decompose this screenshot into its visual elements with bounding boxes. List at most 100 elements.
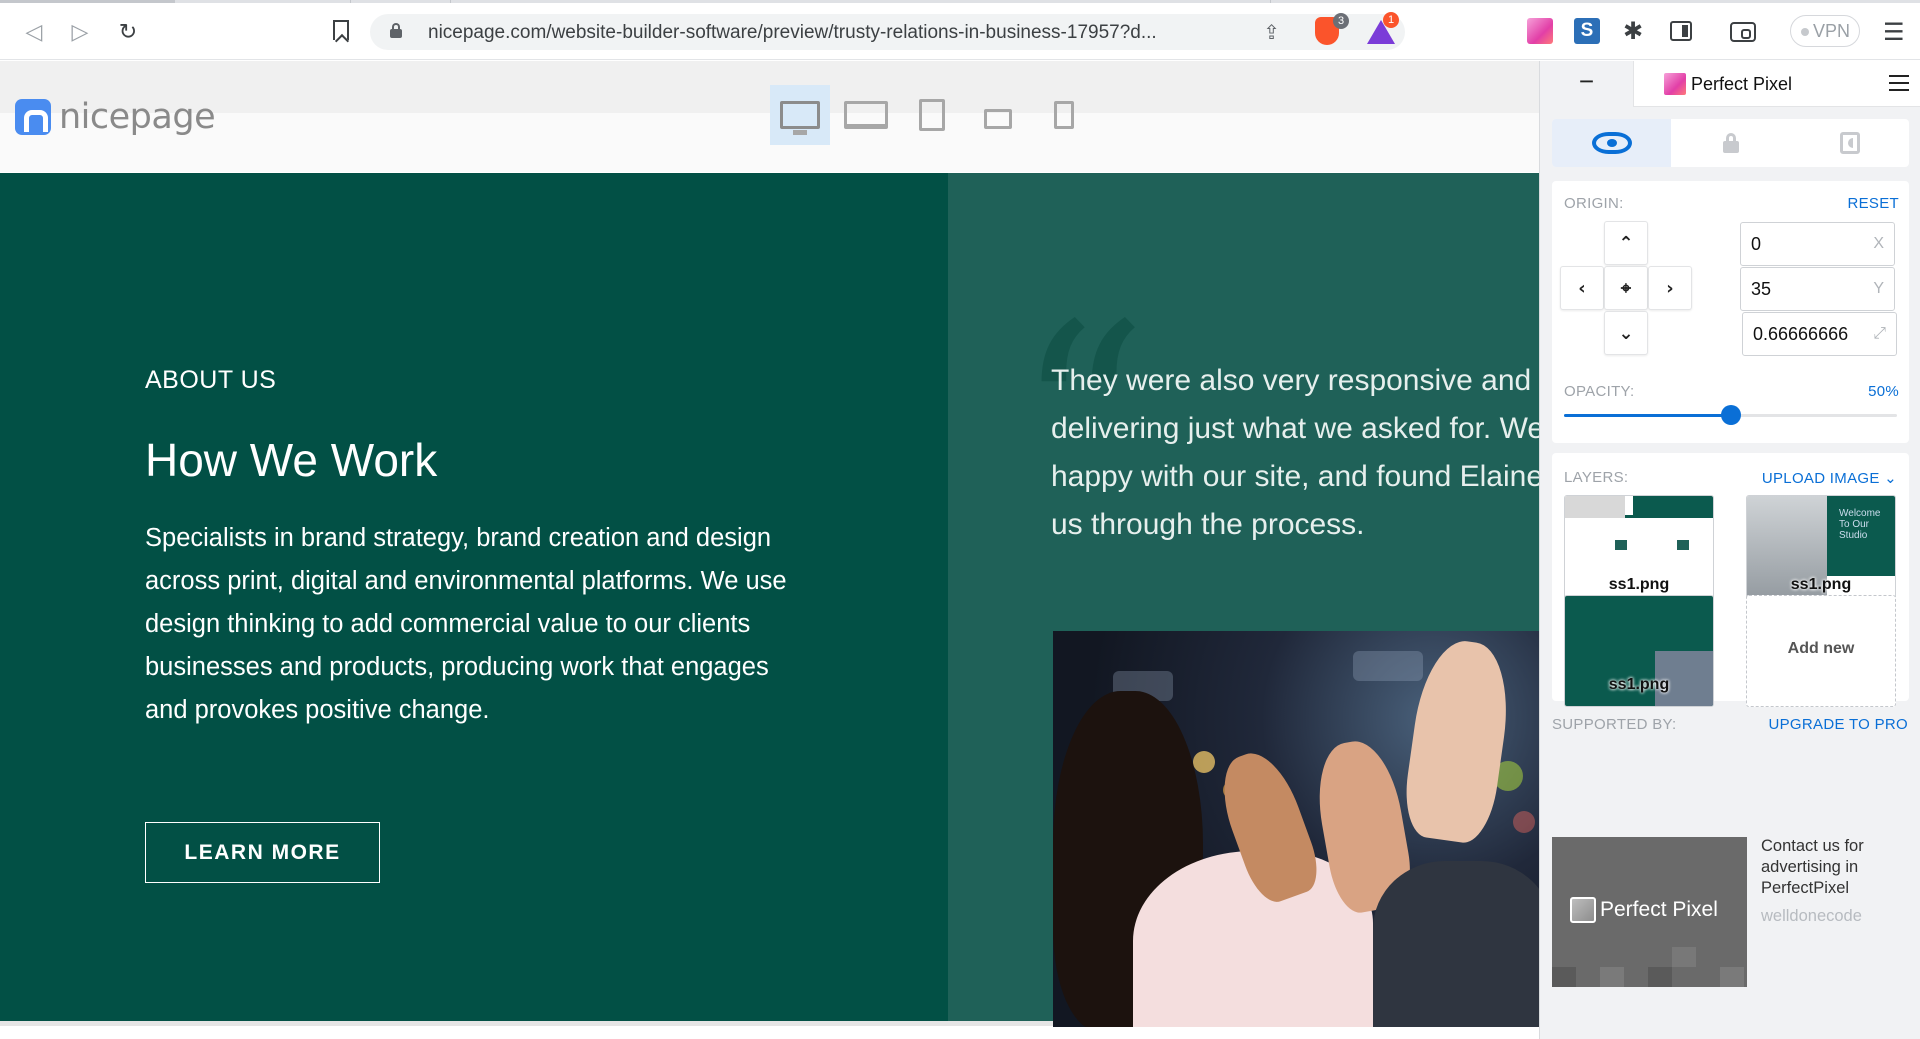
ad-brand-text: Perfect Pixel xyxy=(1600,898,1718,921)
pp-title-text: Perfect Pixel xyxy=(1691,73,1793,94)
bookmark-icon[interactable] xyxy=(333,20,349,40)
brave-shields-icon[interactable]: 3 xyxy=(1315,13,1349,45)
origin-label: ORIGIN: xyxy=(1564,195,1624,212)
s-extension-icon[interactable]: S xyxy=(1574,18,1600,44)
high-five-photo xyxy=(1053,631,1540,1027)
url-text[interactable]: nicepage.com/website-builder-software/pr… xyxy=(428,22,1157,44)
perfect-pixel-extension-icon[interactable] xyxy=(1527,18,1553,44)
invert-icon xyxy=(1839,132,1860,154)
device-switcher xyxy=(770,85,1100,145)
about-eyebrow: ABOUT US xyxy=(145,366,277,394)
vpn-status-dot xyxy=(1801,28,1809,37)
upload-image-button[interactable]: UPLOAD IMAGE ⌄ xyxy=(1762,469,1897,487)
nicepage-logo-text: nicepage xyxy=(59,97,216,137)
extensions-puzzle-icon[interactable]: ✱ xyxy=(1620,18,1646,44)
opacity-slider[interactable] xyxy=(1564,405,1897,425)
scale-input[interactable]: 0.66666666 ⤢ xyxy=(1742,312,1897,356)
scale-value[interactable]: 0.66666666 xyxy=(1753,324,1848,345)
opacity-slider-fill xyxy=(1564,414,1731,417)
brave-rewards-icon[interactable]: 1 xyxy=(1367,12,1399,44)
supported-by-label: SUPPORTED BY: xyxy=(1552,716,1677,733)
sidebar-toggle-icon[interactable] xyxy=(1670,21,1692,41)
reload-icon[interactable]: ↻ xyxy=(114,18,142,46)
desktop-icon xyxy=(780,101,820,135)
perfect-pixel-logo-icon xyxy=(1664,73,1686,95)
pp-header: − Perfect Pixel xyxy=(1540,61,1920,107)
y-suffix: Y xyxy=(1873,280,1884,297)
origin-card: ORIGIN: RESET ⌃ ‹ ⌖ › ⌄ 0 X 35 Y 0.66666… xyxy=(1552,181,1909,443)
move-up-button[interactable]: ⌃ xyxy=(1604,221,1648,265)
opacity-slider-thumb[interactable] xyxy=(1720,405,1741,425)
tablet-landscape-device-button[interactable] xyxy=(968,85,1028,145)
rewards-badge: 1 xyxy=(1383,12,1399,28)
vpn-label: VPN xyxy=(1813,21,1851,41)
tab-invert[interactable] xyxy=(1790,119,1909,167)
x-input[interactable]: 0 X xyxy=(1740,222,1895,266)
back-icon[interactable]: ◁ xyxy=(20,18,48,46)
layer-thumbnail[interactable]: ss1.png xyxy=(1564,595,1714,707)
hamburger-menu-icon[interactable] xyxy=(1889,75,1909,96)
vpn-button[interactable]: VPN xyxy=(1790,15,1860,47)
wallet-icon[interactable] xyxy=(1730,22,1756,42)
address-bar[interactable]: nicepage.com/website-builder-software/pr… xyxy=(370,14,1405,50)
x-suffix: X xyxy=(1873,235,1884,252)
about-heading: How We Work xyxy=(145,434,438,486)
upload-image-label: UPLOAD IMAGE xyxy=(1761,470,1880,487)
laptop-icon xyxy=(844,101,888,129)
testimonial-quote: They were also very responsive and fo de… xyxy=(1051,357,1540,549)
menu-icon[interactable]: ☰ xyxy=(1883,18,1905,46)
opacity-value: 50% xyxy=(1868,383,1899,400)
quote-line: happy with our site, and found Elaine xyxy=(1051,460,1540,493)
nicepage-preview-header: nicepage xyxy=(0,61,1540,172)
upgrade-to-pro-link[interactable]: UPGRADE TO PRO xyxy=(1768,716,1908,733)
add-new-layer-button[interactable]: Add new xyxy=(1746,595,1896,707)
ad-sub-link[interactable]: welldonecode xyxy=(1761,907,1862,926)
move-right-button[interactable]: › xyxy=(1648,266,1692,310)
x-value[interactable]: 0 xyxy=(1751,234,1761,255)
quote-line: They were also very responsive and fo xyxy=(1051,364,1540,397)
tablet-icon xyxy=(919,99,945,131)
nicepage-logo[interactable]: nicepage xyxy=(15,97,216,137)
y-input[interactable]: 35 Y xyxy=(1740,267,1895,311)
reset-button[interactable]: RESET xyxy=(1847,195,1899,212)
center-origin-button[interactable]: ⌖ xyxy=(1604,266,1648,310)
tab-lock[interactable] xyxy=(1671,119,1790,167)
add-new-label: Add new xyxy=(1787,640,1855,657)
phone-device-button[interactable] xyxy=(1034,85,1094,145)
quote-line: delivering just what we asked for. We' xyxy=(1051,412,1540,445)
browser-toolbar: ◁ ▷ ↻ nicepage.com/website-builder-softw… xyxy=(0,0,1920,60)
layer-thumbnail[interactable]: ss1.png xyxy=(1564,495,1714,607)
tablet-landscape-icon xyxy=(984,109,1012,129)
about-description: Specialists in brand strategy, brand cre… xyxy=(145,524,787,724)
move-left-button[interactable]: ‹ xyxy=(1560,266,1604,310)
forward-icon[interactable]: ▷ xyxy=(66,18,94,46)
lock-icon[interactable] xyxy=(390,23,402,38)
layers-card: LAYERS: UPLOAD IMAGE ⌄ ss1.png Welcome T… xyxy=(1552,453,1909,707)
laptop-device-button[interactable] xyxy=(836,85,896,145)
y-value[interactable]: 35 xyxy=(1751,279,1771,300)
layer-name: ss1.png xyxy=(1608,676,1670,693)
ad-banner[interactable]: Perfect Pixel xyxy=(1552,837,1747,987)
nicepage-logo-icon xyxy=(15,99,51,135)
share-icon[interactable]: ⇪ xyxy=(1263,20,1280,44)
layers-label: LAYERS: xyxy=(1564,469,1629,486)
webpage: nicepage ABOUT US How We Work Specialist… xyxy=(0,61,1540,1039)
layer-name: ss1.png xyxy=(1790,576,1852,593)
layer-name: ss1.png xyxy=(1608,576,1670,593)
pp-minimize-button[interactable]: − xyxy=(1540,61,1634,107)
layer-thumbnail[interactable]: Welcome To Our Studio ss1.png xyxy=(1746,495,1896,607)
tab-visibility[interactable] xyxy=(1552,119,1671,167)
tablet-device-button[interactable] xyxy=(902,85,962,145)
pp-title: Perfect Pixel xyxy=(1664,73,1792,95)
opacity-label: OPACITY: xyxy=(1564,383,1635,400)
learn-more-button[interactable]: LEARN MORE xyxy=(145,822,380,883)
quote-line: us through the process. xyxy=(1051,508,1365,541)
perfect-pixel-logo-icon xyxy=(1570,897,1596,923)
ad-text[interactable]: Contact us for advertising in PerfectPix… xyxy=(1761,836,1911,899)
desktop-device-button[interactable] xyxy=(770,85,830,145)
resize-icon: ⤢ xyxy=(1873,325,1886,342)
brave-badge: 3 xyxy=(1333,13,1349,29)
eye-icon xyxy=(1591,132,1632,154)
move-down-button[interactable]: ⌄ xyxy=(1604,311,1648,355)
pp-mode-tabs xyxy=(1552,119,1909,167)
